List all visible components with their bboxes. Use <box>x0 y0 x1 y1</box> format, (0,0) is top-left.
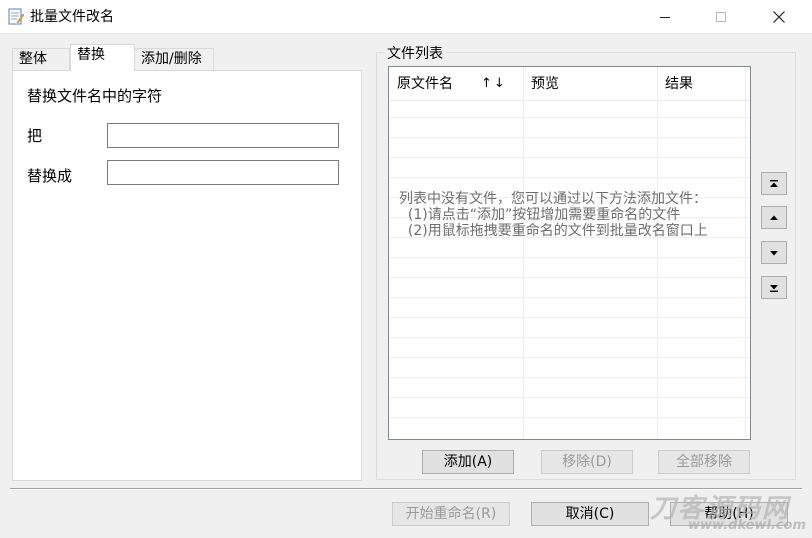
column-divider <box>523 67 524 439</box>
cancel-button[interactable]: 取消(C) <box>531 502 649 526</box>
start-rename-button[interactable]: 开始重命名(R) <box>392 502 510 526</box>
move-up-icon <box>770 215 778 220</box>
column-divider <box>745 67 746 439</box>
file-list[interactable]: 原文件名 ↑↓ 预览 结果 列表中没有文件，您可以通过以下方法添加文件： (1)… <box>388 66 751 440</box>
row-divider <box>389 357 750 358</box>
maximize-icon <box>716 12 726 22</box>
column-preview[interactable]: 预览 <box>523 67 657 101</box>
move-down-button[interactable] <box>761 241 787 264</box>
row-divider <box>389 377 750 378</box>
row-divider <box>389 157 750 158</box>
row-divider <box>389 317 750 318</box>
footer-separator <box>10 488 802 490</box>
list-header: 原文件名 ↑↓ 预览 结果 <box>389 67 750 101</box>
move-bottom-icon <box>770 284 778 292</box>
to-label: 替换成 <box>27 167 73 185</box>
tab-add-delete[interactable]: 添加/删除 <box>134 48 214 70</box>
sort-icon[interactable]: ↑↓ <box>481 67 507 101</box>
column-original-name-label: 原文件名 <box>397 76 453 92</box>
replace-heading: 替换文件名中的字符 <box>27 87 163 105</box>
row-divider <box>389 137 750 138</box>
move-down-icon <box>770 250 778 255</box>
column-result[interactable]: 结果 <box>657 67 745 101</box>
add-button[interactable]: 添加(A) <box>422 450 514 474</box>
row-divider <box>389 397 750 398</box>
empty-list-message: 列表中没有文件，您可以通过以下方法添加文件： (1)请点击“添加”按钮增加需要重… <box>399 191 708 239</box>
row-divider <box>389 277 750 278</box>
from-input[interactable] <box>107 123 339 148</box>
help-button[interactable]: 帮助(H) <box>670 502 788 526</box>
row-divider <box>389 297 750 298</box>
close-icon <box>773 11 785 23</box>
app-icon <box>8 8 24 25</box>
window-title: 批量文件改名 <box>30 9 114 25</box>
row-divider <box>389 257 750 258</box>
remove-all-button[interactable]: 全部移除 <box>658 450 750 474</box>
tab-overall[interactable]: 整体 <box>12 48 70 70</box>
move-top-icon <box>770 179 778 187</box>
to-input[interactable] <box>107 160 339 185</box>
minimize-icon <box>660 16 670 18</box>
row-divider <box>389 177 750 178</box>
row-divider <box>389 117 750 118</box>
replace-panel: 替换文件名中的字符 把 替换成 <box>12 70 362 481</box>
close-button[interactable] <box>756 0 802 34</box>
title-bar: 批量文件改名 <box>0 0 812 34</box>
column-original-name[interactable]: 原文件名 ↑↓ <box>389 67 523 101</box>
from-label: 把 <box>27 127 43 145</box>
row-divider <box>389 337 750 338</box>
move-up-button[interactable] <box>761 206 787 229</box>
remove-button[interactable]: 移除(D) <box>541 450 633 474</box>
maximize-button[interactable] <box>698 0 744 34</box>
row-divider <box>389 417 750 418</box>
move-top-button[interactable] <box>761 172 787 195</box>
file-list-label: 文件列表 <box>384 43 446 63</box>
move-bottom-button[interactable] <box>761 276 787 299</box>
column-divider <box>657 67 658 439</box>
minimize-button[interactable] <box>642 0 688 34</box>
tab-replace[interactable]: 替换 <box>70 44 135 71</box>
